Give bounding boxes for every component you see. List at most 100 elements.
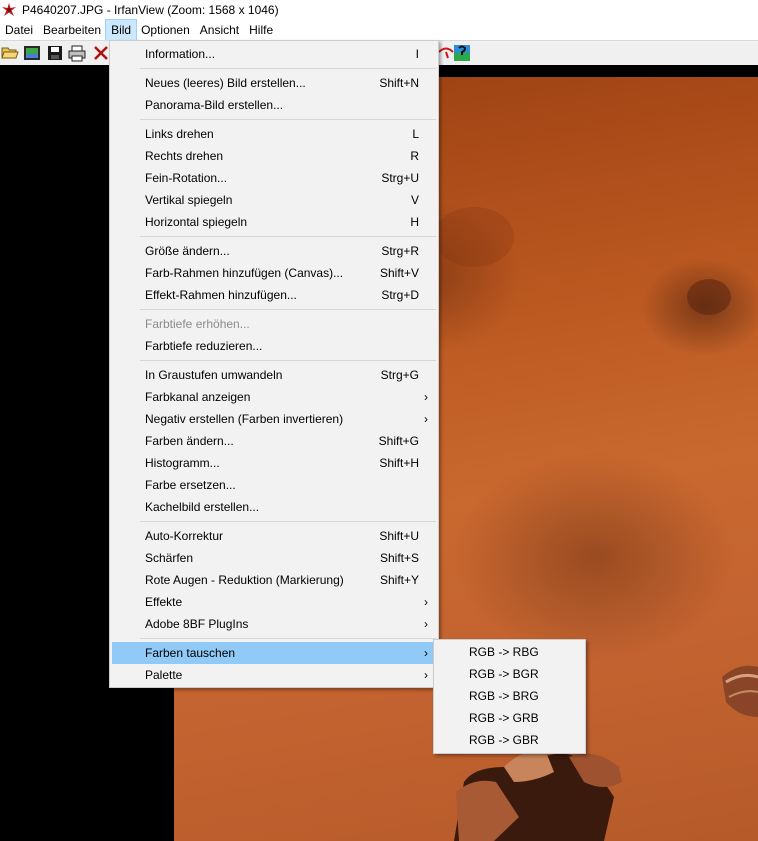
delete-icon[interactable] bbox=[92, 44, 110, 62]
title-bar: P4640207.JPG - IrfanView (Zoom: 1568 x 1… bbox=[0, 0, 758, 19]
submenu-item-rgb-gbr[interactable]: RGB -> GBR bbox=[436, 729, 583, 751]
menu-item-shortcut: Strg+R bbox=[381, 244, 419, 258]
menu-item-farb-rahmen[interactable]: Farb-Rahmen hinzufügen (Canvas)... Shift… bbox=[112, 262, 436, 284]
menu-item-effekt-rahmen[interactable]: Effekt-Rahmen hinzufügen... Strg+D bbox=[112, 284, 436, 306]
menu-item-groesse-aendern[interactable]: Größe ändern... Strg+R bbox=[112, 240, 436, 262]
menu-item-shortcut: Shift+Y bbox=[379, 573, 419, 587]
menu-item-farbe-ersetzen[interactable]: Farbe ersetzen... bbox=[112, 474, 436, 496]
submenu-item-rgb-brg[interactable]: RGB -> BRG bbox=[436, 685, 583, 707]
menu-item-label: Rote Augen - Reduktion (Markierung) bbox=[145, 573, 344, 587]
menu-item-negativ-erstellen[interactable]: Negativ erstellen (Farben invertieren) › bbox=[112, 408, 436, 430]
menu-bearbeiten[interactable]: Bearbeiten bbox=[38, 20, 106, 40]
menu-item-label: Palette bbox=[145, 668, 183, 682]
submenu-arrow-icon: › bbox=[424, 595, 428, 609]
submenu-item-rgb-rbg[interactable]: RGB -> RBG bbox=[436, 641, 583, 663]
menu-item-farben-aendern[interactable]: Farben ändern... Shift+G bbox=[112, 430, 436, 452]
menu-item-label: Links drehen bbox=[145, 127, 214, 141]
menu-item-label: Kachelbild erstellen... bbox=[145, 500, 260, 514]
menu-item-effekte[interactable]: Effekte › bbox=[112, 591, 436, 613]
irfanview-app-icon[interactable] bbox=[1, 2, 17, 18]
menu-item-label: Farbkanal anzeigen bbox=[145, 390, 251, 404]
menu-bar: Datei Bearbeiten Bild Optionen Ansicht H… bbox=[0, 18, 758, 41]
menu-item-label: Farb-Rahmen hinzufügen (Canvas)... bbox=[145, 266, 344, 280]
menu-item-horizontal-spiegeln[interactable]: Horizontal spiegeln H bbox=[112, 211, 436, 233]
submenu-arrow-icon: › bbox=[424, 668, 428, 682]
submenu-item-rgb-grb[interactable]: RGB -> GRB bbox=[436, 707, 583, 729]
menu-item-label: Farbtiefe reduzieren... bbox=[145, 339, 263, 353]
menu-item-shortcut: Shift+H bbox=[379, 456, 419, 470]
open-folder-icon[interactable] bbox=[1, 44, 19, 62]
menu-item-links-drehen[interactable]: Links drehen L bbox=[112, 123, 436, 145]
menu-item-palette[interactable]: Palette › bbox=[112, 664, 436, 686]
menu-item-histogramm[interactable]: Histogramm... Shift+H bbox=[112, 452, 436, 474]
menu-item-rechts-drehen[interactable]: Rechts drehen R bbox=[112, 145, 436, 167]
menu-item-adobe-8bf-plugins[interactable]: Adobe 8BF PlugIns › bbox=[112, 613, 436, 635]
menu-item-label: Neues (leeres) Bild erstellen... bbox=[145, 76, 306, 90]
menu-item-farbtiefe-reduzieren[interactable]: Farbtiefe reduzieren... bbox=[112, 335, 436, 357]
menu-separator bbox=[140, 119, 436, 120]
menu-separator bbox=[140, 68, 436, 69]
menu-bild[interactable]: Bild bbox=[105, 18, 138, 41]
menu-item-shortcut: R bbox=[410, 149, 419, 163]
menu-item-shortcut: Shift+N bbox=[379, 76, 419, 90]
menu-item-label: Information... bbox=[145, 47, 216, 61]
menu-item-label: Auto-Korrektur bbox=[145, 529, 224, 543]
menu-separator bbox=[140, 236, 436, 237]
menu-item-label: Histogramm... bbox=[145, 456, 220, 470]
menu-item-graustufen[interactable]: In Graustufen umwandeln Strg+G bbox=[112, 364, 436, 386]
submenu-item-rgb-bgr[interactable]: RGB -> BGR bbox=[436, 663, 583, 685]
menu-item-shortcut: L bbox=[412, 127, 419, 141]
menu-item-label: Fein-Rotation... bbox=[145, 171, 228, 185]
menu-item-vertikal-spiegeln[interactable]: Vertikal spiegeln V bbox=[112, 189, 436, 211]
print-icon[interactable] bbox=[68, 44, 86, 62]
menu-item-information[interactable]: Information... I bbox=[112, 43, 436, 65]
menu-item-label: In Graustufen umwandeln bbox=[145, 368, 283, 382]
menu-item-shortcut: I bbox=[415, 47, 419, 61]
menu-item-kachelbild[interactable]: Kachelbild erstellen... bbox=[112, 496, 436, 518]
menu-item-shortcut: Strg+U bbox=[381, 171, 419, 185]
menu-item-rote-augen[interactable]: Rote Augen - Reduktion (Markierung) Shif… bbox=[112, 569, 436, 591]
menu-item-label: Negativ erstellen (Farben invertieren) bbox=[145, 412, 344, 426]
menu-item-auto-korrektur[interactable]: Auto-Korrektur Shift+U bbox=[112, 525, 436, 547]
submenu-arrow-icon: › bbox=[424, 617, 428, 631]
menu-separator bbox=[140, 309, 436, 310]
submenu-arrow-icon: › bbox=[424, 412, 428, 426]
menu-datei[interactable]: Datei bbox=[0, 20, 38, 40]
menu-item-label: Rechts drehen bbox=[145, 149, 224, 163]
menu-item-shortcut: V bbox=[410, 193, 419, 207]
menu-item-shortcut: Strg+G bbox=[380, 368, 419, 382]
menu-ansicht[interactable]: Ansicht bbox=[195, 20, 244, 40]
menu-item-label: Schärfen bbox=[145, 551, 194, 565]
menu-optionen[interactable]: Optionen bbox=[136, 20, 195, 40]
window-title: P4640207.JPG - IrfanView (Zoom: 1568 x 1… bbox=[22, 2, 279, 17]
menu-item-label: Farbe ersetzen... bbox=[145, 478, 236, 492]
menu-item-label: RGB -> BRG bbox=[469, 689, 539, 703]
menu-item-fein-rotation[interactable]: Fein-Rotation... Strg+U bbox=[112, 167, 436, 189]
menu-item-label: Effekte bbox=[145, 595, 183, 609]
slideshow-icon[interactable] bbox=[23, 44, 41, 62]
menu-item-farbtiefe-erhoehen: Farbtiefe erhöhen... bbox=[112, 313, 436, 335]
bild-menu: Information... I Neues (leeres) Bild ers… bbox=[109, 40, 439, 688]
menu-item-farben-tauschen[interactable]: Farben tauschen › bbox=[112, 642, 436, 664]
menu-item-label: RGB -> GBR bbox=[469, 733, 539, 747]
menu-item-shortcut: Shift+G bbox=[378, 434, 419, 448]
menu-item-label: Größe ändern... bbox=[145, 244, 230, 258]
menu-item-shortcut: H bbox=[410, 215, 419, 229]
farben-tauschen-submenu: RGB -> RBG RGB -> BGR RGB -> BRG RGB -> … bbox=[433, 639, 586, 754]
menu-item-schaerfen[interactable]: Schärfen Shift+S bbox=[112, 547, 436, 569]
save-icon[interactable] bbox=[46, 44, 64, 62]
menu-item-label: Panorama-Bild erstellen... bbox=[145, 98, 284, 112]
menu-item-label: Farben tauschen bbox=[145, 646, 236, 660]
menu-item-label: RGB -> BGR bbox=[469, 667, 539, 681]
menu-item-farbkanal-anzeigen[interactable]: Farbkanal anzeigen › bbox=[112, 386, 436, 408]
menu-item-label: Farben ändern... bbox=[145, 434, 234, 448]
menu-hilfe[interactable]: Hilfe bbox=[244, 20, 278, 40]
paint-icon[interactable] bbox=[453, 44, 471, 62]
menu-item-shortcut: Shift+V bbox=[379, 266, 419, 280]
menu-item-neues-bild[interactable]: Neues (leeres) Bild erstellen... Shift+N bbox=[112, 72, 436, 94]
menu-separator bbox=[140, 360, 436, 361]
menu-item-label: Farbtiefe erhöhen... bbox=[145, 317, 250, 331]
menu-separator bbox=[140, 638, 436, 639]
menu-item-panorama[interactable]: Panorama-Bild erstellen... bbox=[112, 94, 436, 116]
menu-item-label: RGB -> RBG bbox=[469, 645, 539, 659]
